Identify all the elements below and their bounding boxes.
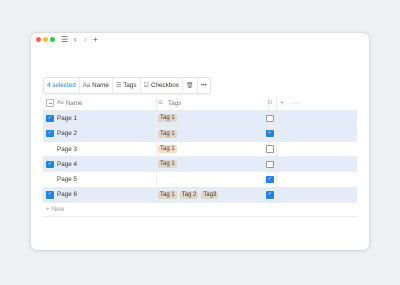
more-icon: ••• [200,82,207,89]
row-name: Page 1 [57,114,77,122]
checkbox-icon: ☑ [143,83,149,89]
row-checkbox-cell[interactable]: ✓ [264,126,277,141]
header-name-label: Name [65,99,83,107]
header-tags-label: Tags [167,99,182,107]
tag-chip: Tag 1 [158,160,177,169]
checkmark-icon: ✓ [46,114,54,123]
table-row[interactable]: ✓ Page 6 Tag 1 Tag 2 Tag3 ✓ [43,187,357,204]
tags-property-button[interactable]: ☰ Tags [113,78,141,93]
checkbox-icon: ☑ [267,100,273,107]
add-property-button[interactable]: + [276,96,288,110]
app-window: ☰ ‹ › + 4 selected Aa Name ☰ Tags ☑ Chec… [31,33,369,250]
plus-icon: + [46,206,50,214]
text-property-icon: Aa [82,82,91,89]
row-name: Page 3 [57,145,77,153]
new-tab-icon[interactable]: + [93,35,98,44]
name-property-button[interactable]: Aa Name [80,78,113,93]
checkmark-icon: ✓ [46,191,54,199]
database-table: Aa Name ☰ Tags ☑ + ··· ✓ Page 1 Tag 1 ✓ Page… [43,96,357,218]
tag-chip: Tag 1 [158,145,177,154]
checkbox-checked[interactable]: ✓ [266,129,274,138]
tag-chip: Tag 1 [158,129,177,138]
table-row[interactable]: ✓ Page 1 Tag 1 [43,111,357,127]
row-name: Page 2 [57,130,77,138]
row-name: Page 4 [57,160,77,168]
plus-icon: + [279,99,285,107]
list-icon: ☰ [158,100,163,107]
checkmark-icon: ✓ [46,160,54,169]
row-checkbox-cell[interactable]: ✓ [264,172,277,187]
checkbox-unchecked[interactable] [266,114,274,123]
row-checkbox-cell[interactable] [264,157,277,172]
table-more-button[interactable]: ··· [290,96,302,110]
more-icon: ··· [292,99,300,107]
row-select-checkbox[interactable] [45,172,55,186]
selection-toolbar: 4 selected Aa Name ☰ Tags ☑ Checkbox 🗑 •… [43,77,211,94]
checkbox-checked[interactable]: ✓ [266,191,274,199]
close-window-button[interactable] [36,37,41,42]
selected-count-button[interactable]: 4 selected [44,78,80,93]
row-name-cell[interactable]: Page 4 [55,157,157,172]
row-select-checkbox[interactable]: ✓ [45,127,55,141]
row-select-checkbox[interactable]: ✓ [45,188,55,202]
row-name-cell[interactable]: Page 5 [55,172,157,187]
back-icon[interactable]: ‹ [74,35,77,44]
title-bar: ☰ ‹ › + [31,33,369,47]
tags-property-label: Tags [123,82,137,89]
new-row-button[interactable]: + New [43,203,357,218]
tag-chip: Tag 1 [158,190,177,199]
delete-button[interactable]: 🗑 [183,78,198,93]
header-name[interactable]: Aa Name [55,96,157,111]
new-row[interactable]: + New [46,203,64,216]
header-tags[interactable]: ☰ Tags [154,96,269,111]
row-tags-cell[interactable]: Tag 1 Tag 2 Tag3 [154,187,269,203]
checkbox-checked[interactable]: ✓ [266,175,274,184]
selected-count-label: 4 selected [47,82,76,89]
row-select-checkbox[interactable]: ✓ [45,111,55,125]
table-header-row: Aa Name ☰ Tags ☑ + ··· [43,96,357,112]
tag-chip: Tag 2 [179,190,199,199]
row-name: Page 5 [57,176,77,184]
row-tags-cell[interactable]: Tag 1 [154,157,269,172]
row-tags-cell[interactable] [154,172,269,187]
row-select-checkbox[interactable] [45,142,55,156]
more-actions-button[interactable]: ••• [198,78,210,93]
row-select-checkbox[interactable]: ✓ [45,157,55,171]
table-row[interactable]: ✓ Page 2 Tag 1 ✓ [43,126,357,142]
row-checkbox-cell[interactable]: ✓ [264,187,277,203]
row-tags-cell[interactable]: Tag 1 [154,111,269,126]
text-property-icon: Aa [57,100,64,107]
tag-chip: Tag 1 [158,114,177,123]
trash-icon: 🗑 [185,83,194,89]
row-name-cell[interactable]: Page 3 [55,141,157,157]
checkbox-unchecked[interactable] [266,160,274,169]
row-tags-cell[interactable]: Tag 1 [154,126,269,141]
row-tags-cell[interactable]: Tag 1 [154,141,269,157]
select-all-checkbox[interactable] [45,96,55,110]
sidebar-icon[interactable]: ☰ [61,35,68,44]
new-row-label: New [51,206,65,214]
row-name: Page 6 [57,191,77,199]
checkbox-property-label: Checkbox [150,82,179,89]
row-name-cell[interactable]: Page 1 [55,111,157,126]
checkmark-icon: ✓ [46,129,54,138]
forward-icon[interactable]: › [84,35,87,44]
row-name-cell[interactable]: Page 6 [55,187,157,203]
table-row[interactable]: ✓ Page 4 Tag 1 [43,157,357,173]
name-property-label: Name [92,82,109,89]
table-row[interactable]: Page 5 ✓ [43,172,357,188]
list-icon: ☰ [115,83,122,89]
row-checkbox-cell[interactable] [264,141,277,157]
maximize-window-button[interactable] [50,37,55,42]
tag-chip: Tag3 [201,190,219,199]
checkbox-unchecked[interactable] [266,145,274,153]
table-row[interactable]: Page 3 Tag 1 [43,141,357,158]
select-all-box [46,99,54,107]
checkbox-property-button[interactable]: ☑ Checkbox [141,78,183,93]
row-name-cell[interactable]: Page 2 [55,126,157,141]
minimize-window-button[interactable] [43,37,48,42]
row-checkbox-cell[interactable] [264,111,277,126]
